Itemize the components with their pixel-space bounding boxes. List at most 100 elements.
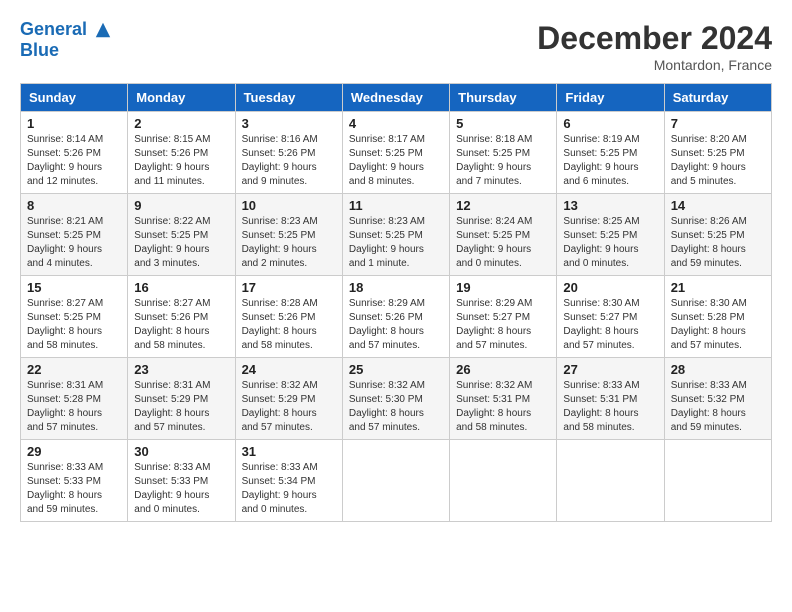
day-number: 6 (563, 116, 657, 131)
day-number: 18 (349, 280, 443, 295)
day-info: Sunrise: 8:17 AM Sunset: 5:25 PM Dayligh… (349, 133, 443, 189)
table-row: 9 Sunrise: 8:22 AM Sunset: 5:25 PM Dayli… (128, 194, 235, 276)
day-info: Sunrise: 8:27 AM Sunset: 5:25 PM Dayligh… (27, 297, 121, 353)
calendar-week-2: 8 Sunrise: 8:21 AM Sunset: 5:25 PM Dayli… (21, 194, 772, 276)
day-number: 19 (456, 280, 550, 295)
table-row: 10 Sunrise: 8:23 AM Sunset: 5:25 PM Dayl… (235, 194, 342, 276)
table-row: 7 Sunrise: 8:20 AM Sunset: 5:25 PM Dayli… (664, 112, 771, 194)
day-info: Sunrise: 8:33 AM Sunset: 5:33 PM Dayligh… (134, 461, 228, 517)
table-row: 23 Sunrise: 8:31 AM Sunset: 5:29 PM Dayl… (128, 358, 235, 440)
calendar-header: Sunday Monday Tuesday Wednesday Thursday… (21, 84, 772, 112)
day-number: 10 (242, 198, 336, 213)
table-row: 18 Sunrise: 8:29 AM Sunset: 5:26 PM Dayl… (342, 276, 449, 358)
day-number: 31 (242, 444, 336, 459)
day-number: 12 (456, 198, 550, 213)
table-row: 5 Sunrise: 8:18 AM Sunset: 5:25 PM Dayli… (450, 112, 557, 194)
day-info: Sunrise: 8:32 AM Sunset: 5:30 PM Dayligh… (349, 379, 443, 435)
day-number: 17 (242, 280, 336, 295)
table-row (557, 440, 664, 522)
table-row: 20 Sunrise: 8:30 AM Sunset: 5:27 PM Dayl… (557, 276, 664, 358)
day-info: Sunrise: 8:33 AM Sunset: 5:31 PM Dayligh… (563, 379, 657, 435)
day-info: Sunrise: 8:20 AM Sunset: 5:25 PM Dayligh… (671, 133, 765, 189)
day-number: 8 (27, 198, 121, 213)
day-number: 14 (671, 198, 765, 213)
day-info: Sunrise: 8:23 AM Sunset: 5:25 PM Dayligh… (242, 215, 336, 271)
day-info: Sunrise: 8:19 AM Sunset: 5:25 PM Dayligh… (563, 133, 657, 189)
table-row: 13 Sunrise: 8:25 AM Sunset: 5:25 PM Dayl… (557, 194, 664, 276)
day-number: 11 (349, 198, 443, 213)
day-number: 2 (134, 116, 228, 131)
logo: General Blue (20, 20, 112, 61)
col-friday: Friday (557, 84, 664, 112)
table-row: 25 Sunrise: 8:32 AM Sunset: 5:30 PM Dayl… (342, 358, 449, 440)
day-info: Sunrise: 8:33 AM Sunset: 5:33 PM Dayligh… (27, 461, 121, 517)
day-number: 25 (349, 362, 443, 377)
month-title: December 2024 (537, 20, 772, 57)
day-number: 13 (563, 198, 657, 213)
table-row: 28 Sunrise: 8:33 AM Sunset: 5:32 PM Dayl… (664, 358, 771, 440)
day-info: Sunrise: 8:28 AM Sunset: 5:26 PM Dayligh… (242, 297, 336, 353)
day-info: Sunrise: 8:33 AM Sunset: 5:32 PM Dayligh… (671, 379, 765, 435)
table-row: 1 Sunrise: 8:14 AM Sunset: 5:26 PM Dayli… (21, 112, 128, 194)
day-info: Sunrise: 8:21 AM Sunset: 5:25 PM Dayligh… (27, 215, 121, 271)
day-number: 3 (242, 116, 336, 131)
day-info: Sunrise: 8:16 AM Sunset: 5:26 PM Dayligh… (242, 133, 336, 189)
day-info: Sunrise: 8:25 AM Sunset: 5:25 PM Dayligh… (563, 215, 657, 271)
day-info: Sunrise: 8:31 AM Sunset: 5:29 PM Dayligh… (134, 379, 228, 435)
table-row (664, 440, 771, 522)
day-info: Sunrise: 8:33 AM Sunset: 5:34 PM Dayligh… (242, 461, 336, 517)
day-number: 9 (134, 198, 228, 213)
day-info: Sunrise: 8:14 AM Sunset: 5:26 PM Dayligh… (27, 133, 121, 189)
col-monday: Monday (128, 84, 235, 112)
col-sunday: Sunday (21, 84, 128, 112)
day-number: 22 (27, 362, 121, 377)
day-info: Sunrise: 8:31 AM Sunset: 5:28 PM Dayligh… (27, 379, 121, 435)
table-row: 14 Sunrise: 8:26 AM Sunset: 5:25 PM Dayl… (664, 194, 771, 276)
table-row (342, 440, 449, 522)
day-number: 21 (671, 280, 765, 295)
day-info: Sunrise: 8:30 AM Sunset: 5:27 PM Dayligh… (563, 297, 657, 353)
header-row: Sunday Monday Tuesday Wednesday Thursday… (21, 84, 772, 112)
title-block: December 2024 Montardon, France (537, 20, 772, 73)
table-row: 6 Sunrise: 8:19 AM Sunset: 5:25 PM Dayli… (557, 112, 664, 194)
day-number: 30 (134, 444, 228, 459)
day-number: 28 (671, 362, 765, 377)
table-row: 16 Sunrise: 8:27 AM Sunset: 5:26 PM Dayl… (128, 276, 235, 358)
page-header: General Blue December 2024 Montardon, Fr… (20, 20, 772, 73)
day-info: Sunrise: 8:23 AM Sunset: 5:25 PM Dayligh… (349, 215, 443, 271)
table-row: 12 Sunrise: 8:24 AM Sunset: 5:25 PM Dayl… (450, 194, 557, 276)
day-number: 1 (27, 116, 121, 131)
day-number: 24 (242, 362, 336, 377)
table-row (450, 440, 557, 522)
day-info: Sunrise: 8:22 AM Sunset: 5:25 PM Dayligh… (134, 215, 228, 271)
table-row: 21 Sunrise: 8:30 AM Sunset: 5:28 PM Dayl… (664, 276, 771, 358)
day-number: 29 (27, 444, 121, 459)
table-row: 29 Sunrise: 8:33 AM Sunset: 5:33 PM Dayl… (21, 440, 128, 522)
logo-icon (94, 21, 112, 39)
table-row: 19 Sunrise: 8:29 AM Sunset: 5:27 PM Dayl… (450, 276, 557, 358)
table-row: 22 Sunrise: 8:31 AM Sunset: 5:28 PM Dayl… (21, 358, 128, 440)
logo-line2: Blue (20, 40, 112, 61)
table-row: 4 Sunrise: 8:17 AM Sunset: 5:25 PM Dayli… (342, 112, 449, 194)
day-info: Sunrise: 8:24 AM Sunset: 5:25 PM Dayligh… (456, 215, 550, 271)
logo-text: General (20, 20, 112, 40)
col-saturday: Saturday (664, 84, 771, 112)
calendar-week-5: 29 Sunrise: 8:33 AM Sunset: 5:33 PM Dayl… (21, 440, 772, 522)
day-info: Sunrise: 8:32 AM Sunset: 5:29 PM Dayligh… (242, 379, 336, 435)
table-row: 17 Sunrise: 8:28 AM Sunset: 5:26 PM Dayl… (235, 276, 342, 358)
day-info: Sunrise: 8:30 AM Sunset: 5:28 PM Dayligh… (671, 297, 765, 353)
day-number: 27 (563, 362, 657, 377)
col-wednesday: Wednesday (342, 84, 449, 112)
table-row: 26 Sunrise: 8:32 AM Sunset: 5:31 PM Dayl… (450, 358, 557, 440)
col-tuesday: Tuesday (235, 84, 342, 112)
day-number: 16 (134, 280, 228, 295)
day-info: Sunrise: 8:32 AM Sunset: 5:31 PM Dayligh… (456, 379, 550, 435)
day-info: Sunrise: 8:18 AM Sunset: 5:25 PM Dayligh… (456, 133, 550, 189)
table-row: 3 Sunrise: 8:16 AM Sunset: 5:26 PM Dayli… (235, 112, 342, 194)
day-info: Sunrise: 8:29 AM Sunset: 5:26 PM Dayligh… (349, 297, 443, 353)
col-thursday: Thursday (450, 84, 557, 112)
day-number: 20 (563, 280, 657, 295)
table-row: 24 Sunrise: 8:32 AM Sunset: 5:29 PM Dayl… (235, 358, 342, 440)
calendar-week-1: 1 Sunrise: 8:14 AM Sunset: 5:26 PM Dayli… (21, 112, 772, 194)
day-number: 7 (671, 116, 765, 131)
